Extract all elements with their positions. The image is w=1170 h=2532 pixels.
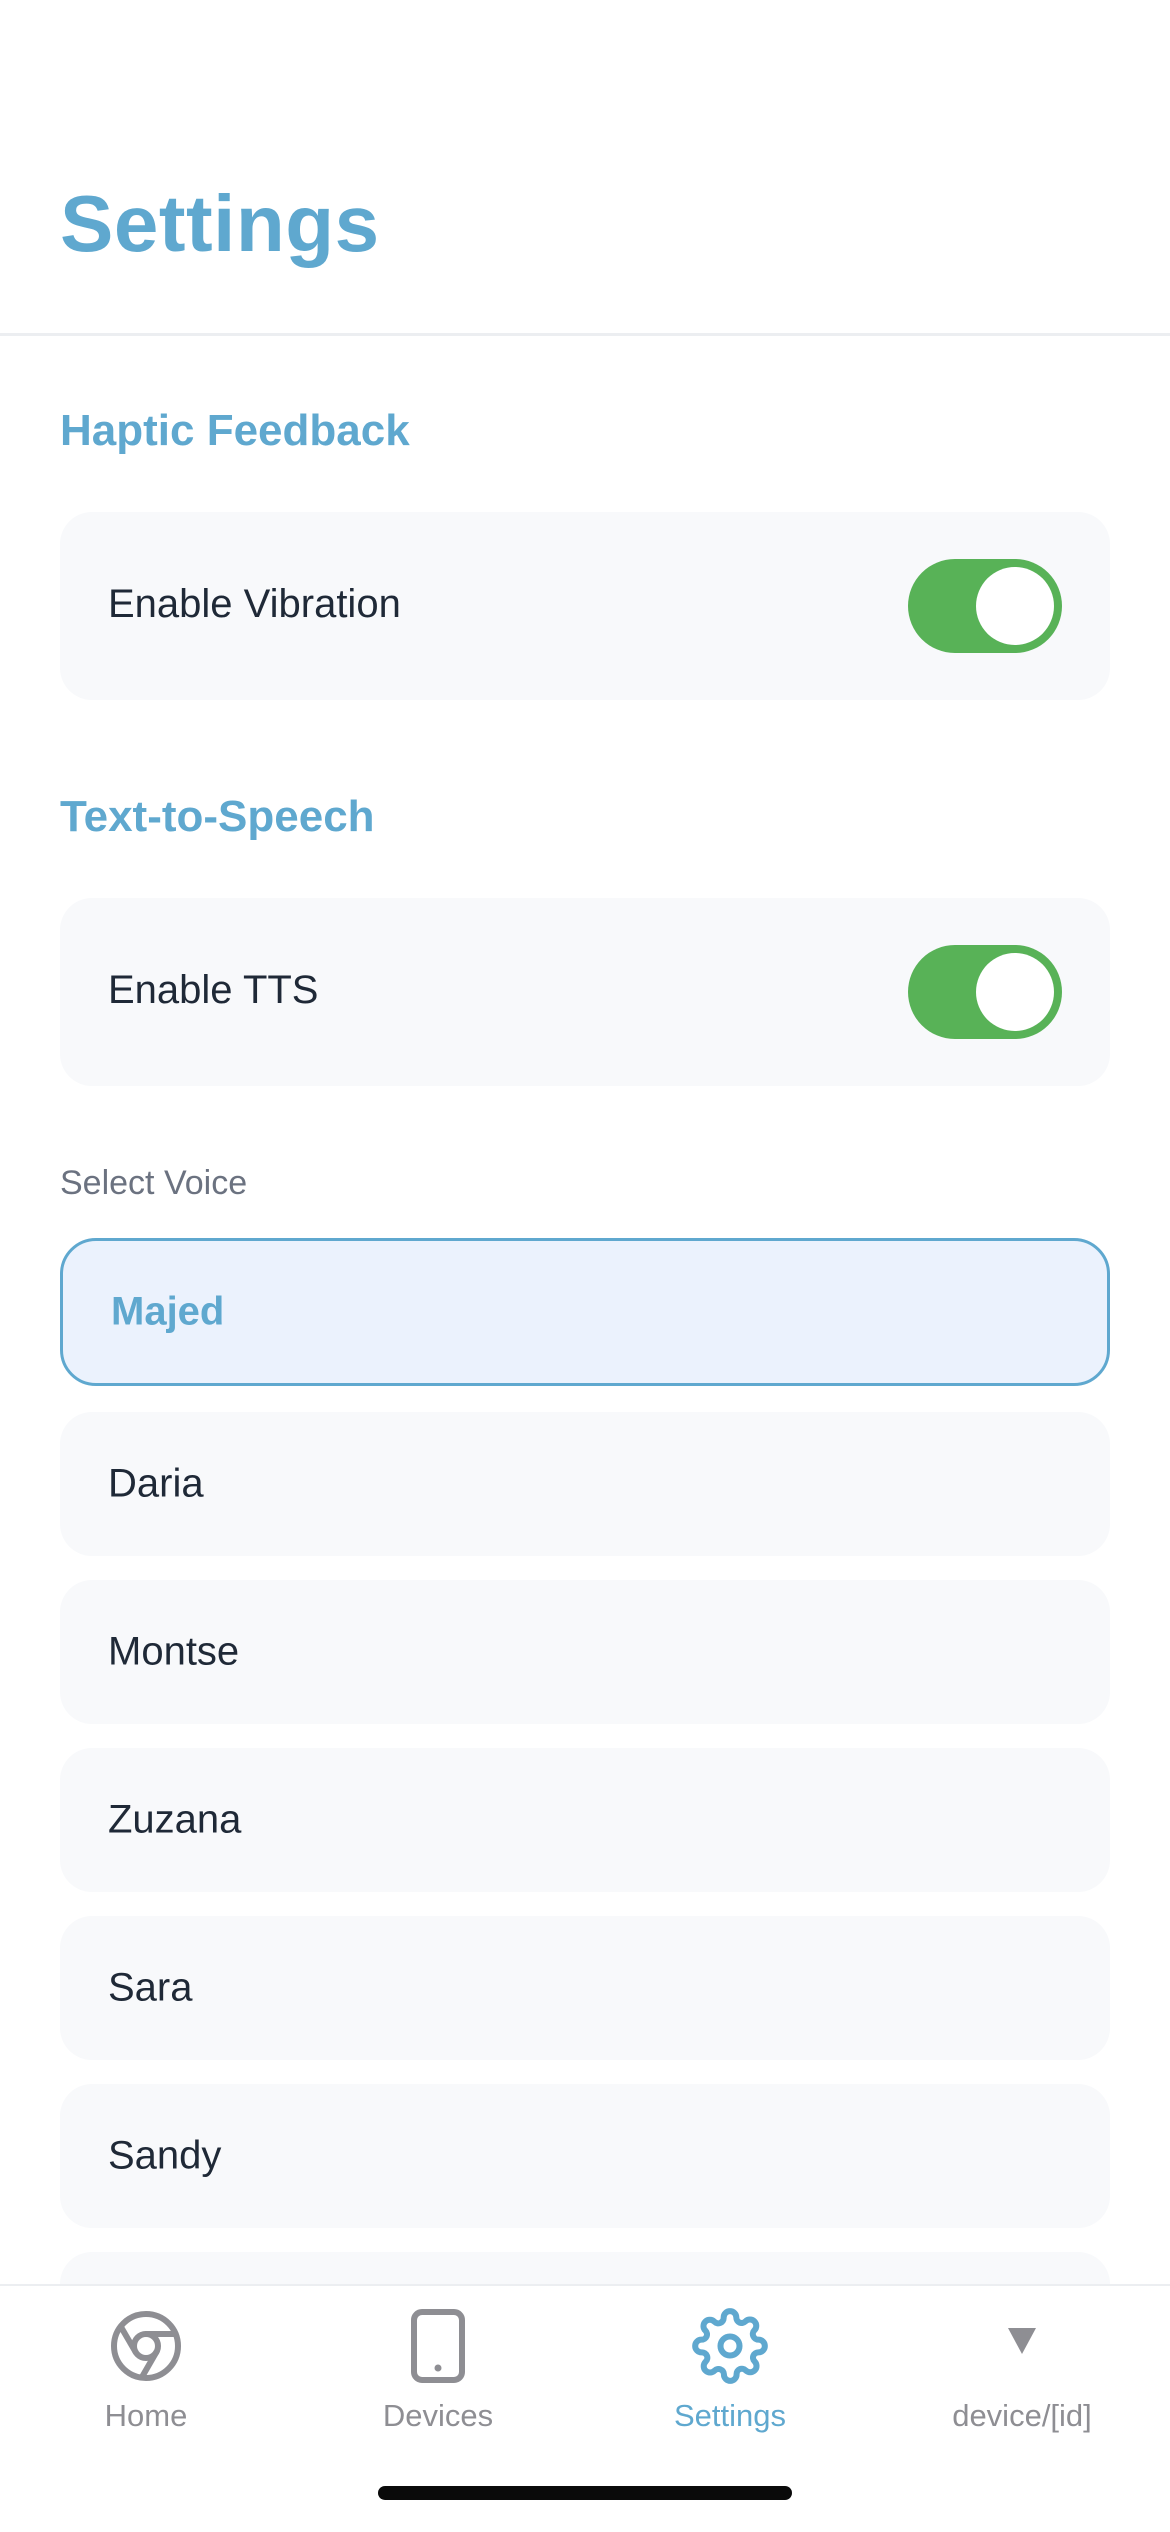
- header: Settings: [0, 0, 1170, 336]
- voice-name: Zuzana: [108, 1797, 242, 1842]
- settings-content[interactable]: Haptic Feedback Enable Vibration Text-to…: [0, 336, 1170, 2284]
- page-title: Settings: [60, 179, 380, 268]
- tab-home[interactable]: Home: [0, 2286, 292, 2466]
- chrome-icon: [111, 2311, 181, 2381]
- voice-option-daria[interactable]: Daria: [60, 1412, 1110, 1556]
- vibration-label: Enable Vibration: [108, 582, 401, 626]
- tab-label: device/[id]: [952, 2398, 1092, 2433]
- tts-row: Enable TTS: [60, 898, 1110, 1086]
- tts-toggle[interactable]: [908, 945, 1062, 1039]
- voice-name: Majed: [111, 1289, 225, 1334]
- voice-option-zuzana[interactable]: Zuzana: [60, 1748, 1110, 1892]
- smartphone-icon: [411, 2309, 465, 2383]
- select-voice-label: Select Voice: [60, 1164, 248, 1202]
- tts-label: Enable TTS: [108, 968, 319, 1012]
- home-indicator[interactable]: [378, 2486, 792, 2500]
- voice-option-montse[interactable]: Montse: [60, 1580, 1110, 1724]
- voice-option-sandy[interactable]: Sandy: [60, 2084, 1110, 2228]
- vibration-toggle[interactable]: [908, 559, 1062, 653]
- tab-label: Settings: [673, 2398, 786, 2433]
- tab-devices[interactable]: Devices: [292, 2286, 584, 2466]
- voice-option-partial[interactable]: [60, 2252, 1110, 2284]
- voice-name: Sara: [108, 1965, 193, 2010]
- gear-icon: [692, 2308, 768, 2384]
- voice-name: Daria: [108, 1461, 204, 1506]
- tab-label: Home: [104, 2398, 188, 2433]
- toggle-knob: [976, 567, 1054, 645]
- triangle-down-icon: [1008, 2328, 1036, 2354]
- toggle-knob: [976, 953, 1054, 1031]
- vibration-row: Enable Vibration: [60, 512, 1110, 700]
- tab-label: Devices: [382, 2398, 494, 2433]
- voice-name: Sandy: [108, 2133, 222, 2178]
- section-title-tts: Text-to-Speech: [60, 792, 375, 841]
- tab-settings[interactable]: Settings: [584, 2286, 876, 2466]
- tab-device-id[interactable]: device/[id]: [876, 2286, 1168, 2466]
- voice-option-majed[interactable]: Majed: [60, 1238, 1110, 1386]
- voice-option-sara[interactable]: Sara: [60, 1916, 1110, 2060]
- section-title-haptic: Haptic Feedback: [60, 406, 410, 455]
- voice-name: Montse: [108, 1629, 240, 1674]
